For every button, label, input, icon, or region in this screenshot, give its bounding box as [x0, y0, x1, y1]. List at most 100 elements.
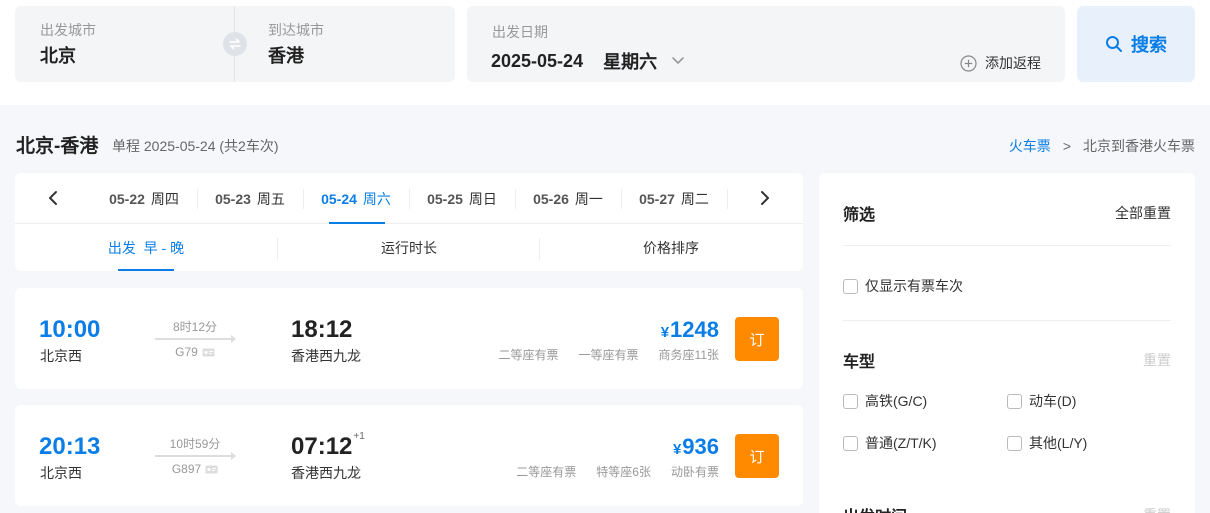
add-return-label: 添加返程 — [985, 55, 1041, 71]
arrival-station: 香港西九龙 — [291, 465, 361, 481]
date-tab-weekday: 周日 — [468, 190, 497, 207]
checkbox-box[interactable] — [843, 435, 858, 451]
price-value: 936 — [682, 434, 719, 459]
train-type-gaotie-checkbox[interactable]: 高铁(G/C) — [843, 391, 927, 411]
id-card-icon — [205, 465, 218, 474]
price-group: ¥1248 — [661, 317, 719, 343]
breadcrumb-separator: > — [1062, 138, 1071, 154]
checkbox-box[interactable] — [1007, 393, 1022, 409]
date-tab-05-23[interactable]: 05-23 周五 — [197, 173, 303, 224]
currency-symbol: ¥ — [672, 441, 682, 458]
filter-divider — [843, 245, 1171, 246]
reset-all-button[interactable]: 全部重置 — [1115, 203, 1171, 223]
next-date-button[interactable] — [753, 186, 777, 210]
swap-cities-button[interactable] — [223, 32, 247, 56]
price-value: 1248 — [670, 317, 719, 342]
arrival-time: 18:12 — [291, 316, 353, 343]
train-card[interactable]: 10:00 北京西 8时12分 G79 18:12 香港西九龙 ¥1248 二等… — [15, 288, 803, 389]
sort-by-price-label: 价格排序 — [643, 239, 699, 256]
seat-info: 一等座有票 — [578, 348, 639, 362]
breadcrumb-current: 北京到香港火车票 — [1083, 138, 1195, 154]
weekday-value: 星期六 — [603, 52, 658, 72]
search-bar: 出发城市 北京 到达城市 香港 出发日期 2025-05-24 星期六 添加返程… — [0, 0, 1210, 105]
date-tab-weekday: 周四 — [150, 190, 179, 207]
only-available-checkbox[interactable]: 仅显示有票车次 — [843, 276, 963, 296]
train-type-putong-checkbox[interactable]: 普通(Z/T/K) — [843, 433, 937, 453]
from-city-field[interactable]: 出发城市 北京 — [40, 6, 230, 82]
departure-time-reset-button[interactable]: 重置 — [1143, 505, 1171, 513]
chevron-right-icon — [760, 190, 770, 206]
date-tab-date: 05-24 — [321, 190, 357, 207]
duration-arrow — [155, 452, 236, 460]
city-selector: 出发城市 北京 到达城市 香港 — [15, 6, 455, 82]
checkbox-box[interactable] — [1007, 435, 1022, 451]
train-number-group: G897 — [155, 462, 235, 476]
to-city-value[interactable]: 香港 — [268, 44, 448, 68]
plus-circle-icon — [960, 54, 977, 72]
date-tab-05-22[interactable]: 05-22 周四 — [91, 173, 197, 224]
next-day-indicator: +1 — [353, 431, 365, 442]
departure-time: 20:13 — [39, 433, 101, 460]
add-return-button[interactable]: 添加返程 — [960, 53, 1041, 73]
arrival-time: 07:12 — [291, 433, 353, 460]
date-tab-05-26[interactable]: 05-26 周一 — [515, 173, 621, 224]
departure-station: 北京西 — [40, 348, 82, 364]
search-button[interactable]: 搜索 — [1077, 6, 1195, 82]
train-type-label: 动车(D) — [1029, 393, 1077, 409]
sort-by-duration[interactable]: 运行时长 — [278, 224, 540, 271]
date-value-group[interactable]: 2025-05-24 星期六 — [491, 48, 685, 74]
date-value: 2025-05-24 — [491, 50, 584, 71]
seat-info: 动卧有票 — [670, 465, 719, 479]
sort-bar: 出发 早 - 晚 运行时长 价格排序 — [15, 224, 803, 271]
date-selector[interactable]: 出发日期 2025-05-24 星期六 添加返程 — [467, 6, 1065, 82]
filter-panel: 筛选 全部重置 仅显示有票车次 车型 重置 高铁(G/C) 动车(D) 普通(Z… — [819, 173, 1195, 513]
date-tab-05-24[interactable]: 05-24 周六 — [303, 173, 409, 224]
arrival-time-group: 18:12 — [291, 316, 353, 344]
date-label: 出发日期 — [492, 24, 548, 40]
seat-info: 二等座有票 — [498, 348, 559, 362]
travel-duration: 8时12分 — [172, 320, 218, 334]
sort-by-departure[interactable]: 出发 早 - 晚 — [15, 224, 277, 271]
departure-station: 北京西 — [40, 465, 82, 481]
sort-by-price[interactable]: 价格排序 — [540, 224, 802, 271]
seat-info: 商务座11张 — [658, 348, 719, 362]
date-tab-05-27[interactable]: 05-27 周二 — [621, 173, 727, 224]
date-tab-date: 05-23 — [215, 190, 251, 207]
filter-divider — [843, 320, 1171, 321]
id-card-icon — [202, 348, 215, 357]
train-card[interactable]: 20:13 北京西 10时59分 G897 07:12+1 香港西九龙 ¥936… — [15, 405, 803, 506]
departure-time-filter-title: 出发时间 — [843, 503, 907, 513]
seat-info: 二等座有票 — [516, 465, 577, 479]
checkbox-box[interactable] — [843, 278, 858, 294]
prev-date-button[interactable] — [41, 186, 65, 210]
chevron-down-icon[interactable] — [671, 56, 685, 66]
active-sort-underline — [118, 269, 174, 271]
from-city-value[interactable]: 北京 — [40, 44, 230, 68]
breadcrumb-train-tickets-link[interactable]: 火车票 — [1009, 136, 1051, 156]
to-city-field[interactable]: 到达城市 香港 — [268, 6, 448, 82]
date-tab-05-25[interactable]: 05-25 周日 — [409, 173, 515, 224]
date-tab-date: 05-22 — [109, 190, 145, 207]
route-title: 北京-香港 — [16, 136, 99, 157]
train-number: G79 — [175, 345, 198, 359]
train-type-reset-button[interactable]: 重置 — [1143, 350, 1171, 370]
breadcrumb: 火车票 > 北京到香港火车票 — [1009, 136, 1195, 156]
travel-duration: 10时59分 — [169, 437, 221, 451]
swap-icon — [228, 37, 242, 51]
checkbox-box[interactable] — [843, 393, 858, 409]
to-city-label: 到达城市 — [268, 22, 324, 38]
train-type-other-checkbox[interactable]: 其他(L/Y) — [1007, 433, 1087, 453]
only-available-label: 仅显示有票车次 — [865, 278, 963, 294]
date-tab-date: 05-26 — [533, 190, 569, 207]
route-subtitle: 单程 2025-05-24 (共2车次) — [112, 138, 279, 154]
train-type-dongche-checkbox[interactable]: 动车(D) — [1007, 391, 1076, 411]
train-number: G897 — [171, 462, 202, 476]
from-city-label: 出发城市 — [40, 22, 96, 38]
book-button[interactable]: 订 — [735, 317, 779, 361]
filter-title: 筛选 — [843, 207, 876, 224]
book-button[interactable]: 订 — [735, 434, 779, 478]
train-number-group: G79 — [155, 345, 235, 359]
seat-availability: 二等座有票 一等座有票 商务座11张 — [479, 346, 720, 363]
currency-symbol: ¥ — [660, 324, 670, 341]
departure-time: 10:00 — [39, 316, 101, 343]
